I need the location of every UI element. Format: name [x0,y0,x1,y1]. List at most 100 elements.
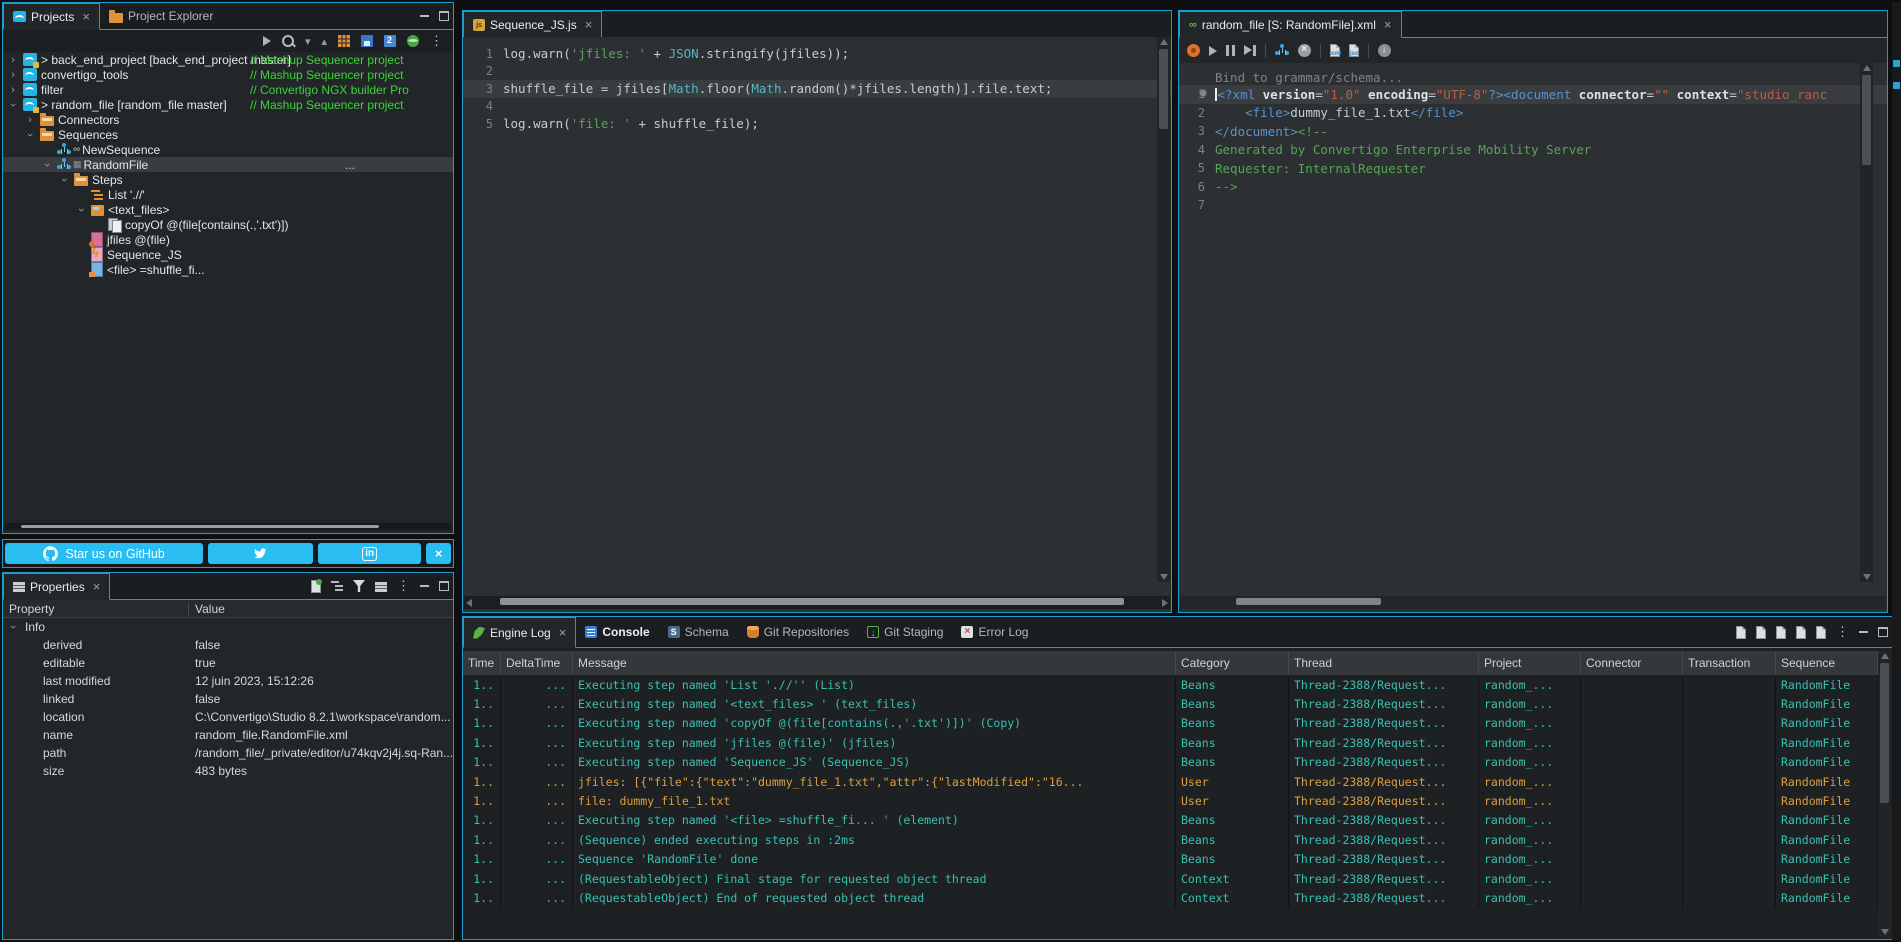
tree-item[interactable]: ϟSequence_JS [3,247,453,262]
log-row[interactable]: 1.....Executing step named '<file> =shuf… [463,811,1878,830]
maximize-icon[interactable] [1878,627,1888,637]
property-group-row[interactable]: ›Info [3,618,453,636]
linkedin-button[interactable]: in [318,543,421,564]
log-row[interactable]: 1.....(RequestableObject) Final stage fo… [463,869,1878,888]
xml-editor-vscrollbar[interactable] [1860,63,1873,582]
pages-icon[interactable] [384,35,396,47]
tree-item[interactable]: ›▦RandomFile... [3,157,453,172]
property-row[interactable]: last modified12 juin 2023, 15:12:26 [3,672,453,690]
tableset-icon[interactable] [375,582,387,592]
play-icon[interactable] [1209,46,1217,56]
web-icon[interactable] [407,35,419,47]
tab-git-staging[interactable]: ↓Git Staging [858,617,952,647]
minimize-icon[interactable] [420,585,429,587]
expander-icon[interactable]: › [7,54,19,66]
maximize-icon[interactable] [439,11,449,21]
run-icon[interactable] [263,36,271,46]
xml-doc-icon[interactable]: xml [1330,44,1340,57]
property-column-header[interactable]: Property [3,602,189,616]
dismiss-social-button[interactable]: × [426,543,451,564]
log-column-header[interactable]: Sequence [1776,651,1878,675]
log-row[interactable]: 1.....file: dummy_file_1.txtUserThread-2… [463,791,1878,810]
overflow-menu-icon[interactable]: ⋮ [397,578,410,594]
download-icon[interactable] [1378,44,1391,57]
expander-icon[interactable]: › [7,69,19,81]
scrollbar-thumb[interactable] [1862,75,1871,165]
xml-code-area[interactable]: Bind to grammar/schema... 1<?xml version… [1179,63,1887,582]
tab-git-repositories[interactable]: Git Repositories [738,617,858,647]
scroll-up-icon[interactable] [1863,65,1871,71]
minimized-view-icon[interactable] [1893,82,1900,89]
github-star-button[interactable]: Star us on GitHub [5,543,203,564]
close-icon[interactable]: × [585,17,593,32]
tab-error-log[interactable]: ×Error Log [952,617,1037,647]
tab-engine-log[interactable]: Engine Log× [463,617,576,648]
expander-icon[interactable]: › [24,114,36,126]
scrollbar-thumb[interactable] [21,525,379,528]
tree-item[interactable]: ∞NewSequence [3,142,453,157]
stop-icon[interactable] [1298,44,1311,57]
scrollbar-thumb[interactable] [1880,663,1889,803]
close-icon[interactable]: × [559,625,567,640]
log-row[interactable]: 1.....Executing step named 'copyOf @(fil… [463,714,1878,733]
property-row[interactable]: size483 bytes [3,762,453,780]
log-row[interactable]: 1.....Executing step named 'jfiles @(fil… [463,733,1878,752]
scroll-right-icon[interactable] [1162,599,1168,607]
tree-item[interactable]: ›filter// Convertigo NGX builder Pro [3,82,453,97]
expand-icon[interactable]: ▴ [321,35,327,48]
js-code-area[interactable]: 1log.warn('jfiles: ' + JSON.stringify(jf… [463,37,1171,582]
property-row[interactable]: path/random_file/_private/editor/u74kqv2… [3,744,453,762]
tree-item[interactable]: ›Sequences [3,127,453,142]
close-icon[interactable]: × [93,579,101,594]
log-row[interactable]: 1.....(Sequence) ended executing steps i… [463,830,1878,849]
sequence-icon[interactable] [1275,44,1289,57]
tree-hscrollbar[interactable] [5,523,451,530]
log-column-header[interactable]: Transaction [1683,651,1776,675]
js-editor-hscrollbar[interactable] [464,596,1170,609]
expander-icon[interactable]: › [7,99,19,111]
log-column-header[interactable]: Time [463,651,501,675]
log-column-header[interactable]: Project [1479,651,1581,675]
pause-icon[interactable] [1226,45,1235,56]
json-doc-icon[interactable]: jso [1349,44,1359,57]
log-column-header[interactable]: DeltaTime [501,651,573,675]
collapse-icon[interactable]: ▾ [305,35,311,48]
log-column-header[interactable]: Thread [1289,651,1479,675]
tree-item[interactable]: <file> =shuffle_fi... [3,262,453,277]
tree-item[interactable]: ›> back_end_project [back_end_project ma… [3,52,453,67]
clear-log-icon[interactable] [1796,626,1806,639]
tree-item[interactable]: List './/' [3,187,453,202]
log-row[interactable]: 1.....Sequence 'RandomFile' doneBeansThr… [463,850,1878,869]
scroll-left-icon[interactable] [466,599,472,607]
minimized-view-icon[interactable] [1893,60,1900,67]
expander-icon[interactable]: › [58,174,70,186]
log-column-header[interactable]: Connector [1581,651,1683,675]
maximize-icon[interactable] [439,581,449,591]
property-row[interactable]: editabletrue [3,654,453,672]
scrollbar-thumb[interactable] [500,598,1124,605]
tab-sequence-js[interactable]: js Sequence_JS.js × [463,11,602,38]
tab-properties[interactable]: Properties × [3,573,110,600]
close-icon[interactable]: × [82,9,90,24]
new-log-icon[interactable] [1736,626,1746,639]
generate-icon[interactable] [1187,44,1200,57]
xml-editor-hscrollbar[interactable] [1180,596,1886,609]
js-editor-vscrollbar[interactable] [1157,37,1170,582]
copy-log-icon[interactable] [1756,626,1766,639]
expander-icon[interactable]: › [41,159,53,171]
scrollbar-thumb[interactable] [1159,49,1168,129]
columns-icon[interactable] [1816,626,1826,639]
log-vscrollbar[interactable] [1878,651,1891,937]
treeview-icon[interactable] [331,580,343,592]
filter-icon[interactable] [353,580,365,592]
property-row[interactable]: derivedfalse [3,636,453,654]
scroll-up-icon[interactable] [1160,39,1168,45]
log-column-header[interactable]: Category [1176,651,1289,675]
log-row[interactable]: 1.....Executing step named 'List './/'' … [463,675,1878,694]
tree-item[interactable]: ›Steps [3,172,453,187]
close-icon[interactable]: × [1384,17,1392,32]
step-icon[interactable] [1244,45,1256,56]
tab-random-file-xml[interactable]: ∞ random_file [S: RandomFile].xml × [1179,11,1402,38]
minimize-icon[interactable] [1859,631,1868,633]
log-row[interactable]: 1.....jfiles: [{"file":{"text":"dummy_fi… [463,772,1878,791]
